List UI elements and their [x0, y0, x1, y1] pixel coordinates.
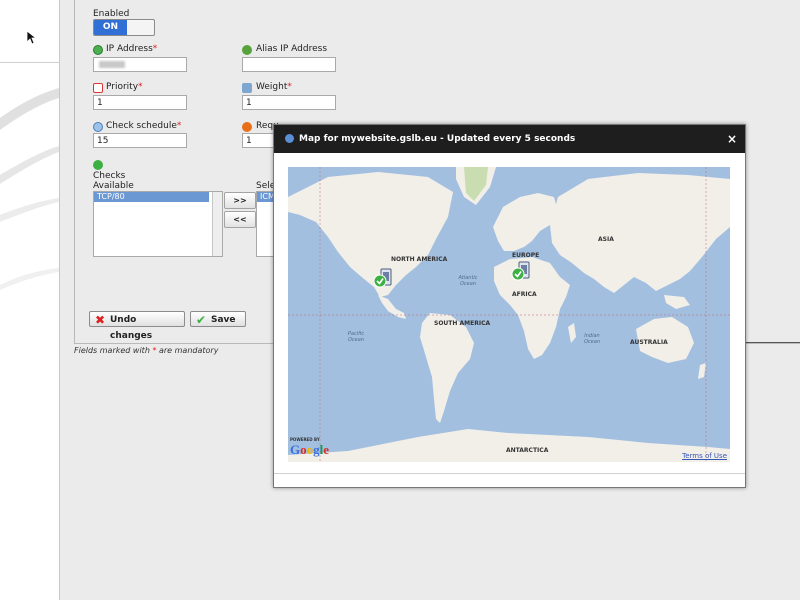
- continent-label: AUSTRALIA: [630, 339, 668, 346]
- alias-ip-icon: [242, 45, 252, 55]
- enabled-toggle[interactable]: ON: [93, 19, 155, 36]
- panel-divider: [744, 342, 800, 343]
- save-check-icon: ✔: [196, 313, 207, 327]
- weight-icon: [242, 83, 252, 93]
- list-item[interactable]: TCP/80: [94, 192, 209, 202]
- ip-address-icon: [93, 45, 103, 55]
- continent-label: EUROPE: [512, 252, 540, 259]
- alias-ip-label: Alias IP Address: [256, 44, 328, 54]
- server-marker-europe-icon[interactable]: [510, 260, 532, 282]
- required-field-icon: [242, 122, 252, 132]
- mandatory-note: Fields marked with * are mandatory: [74, 346, 219, 355]
- ocean-label: Pacific Ocean: [347, 331, 365, 343]
- available-checks-list[interactable]: TCP/80: [93, 191, 223, 257]
- undo-changes-label: Undo changes: [110, 315, 153, 341]
- check-schedule-label: Check schedule*: [106, 121, 182, 131]
- priority-icon: [93, 83, 103, 93]
- add-check-button[interactable]: >>: [224, 192, 256, 209]
- close-icon[interactable]: ×: [727, 125, 737, 153]
- priority-input[interactable]: [93, 95, 187, 110]
- dialog-titlebar[interactable]: Map for mywebsite.gslb.eu - Updated ever…: [274, 125, 745, 153]
- continent-label: ANTARCTICA: [506, 447, 549, 454]
- ocean-label: Atlantic Ocean: [458, 275, 478, 287]
- terms-of-use-link[interactable]: Terms of Use: [682, 452, 727, 460]
- ocean-label: Indian Ocean: [584, 333, 600, 345]
- google-logo: POWERED BY Google: [290, 437, 330, 457]
- undo-changes-button[interactable]: ✖ Undo changes: [89, 311, 185, 341]
- weight-input[interactable]: [242, 95, 336, 110]
- save-button[interactable]: ✔ Save: [190, 311, 246, 327]
- continent-label: ASIA: [598, 236, 614, 243]
- check-schedule-input[interactable]: [93, 133, 187, 148]
- weight-label: Weight*: [256, 82, 292, 92]
- priority-label: Priority*: [106, 82, 143, 92]
- globe-icon: [285, 134, 294, 143]
- enabled-label: Enabled: [93, 9, 130, 19]
- map-land-layer: [288, 167, 730, 462]
- undo-x-icon: ✖: [95, 313, 106, 327]
- toggle-on-label: ON: [94, 20, 127, 35]
- alias-ip-input[interactable]: [242, 57, 336, 72]
- ip-address-label: IP Address*: [106, 44, 158, 54]
- dialog-title: Map for mywebsite.gslb.eu - Updated ever…: [299, 134, 576, 144]
- world-map[interactable]: NORTH AMERICA SOUTH AMERICA EUROPE AFRIC…: [288, 167, 730, 462]
- dialog-bottom-divider: [274, 473, 745, 474]
- server-marker-north-america-icon[interactable]: [372, 267, 394, 289]
- continent-label: AFRICA: [512, 291, 537, 298]
- available-list-scrollbar[interactable]: [212, 192, 222, 256]
- remove-check-button[interactable]: <<: [224, 211, 256, 228]
- continent-label: SOUTH AMERICA: [434, 320, 491, 327]
- google-wordmark: Google: [290, 442, 330, 457]
- decorative-swoosh: [0, 88, 59, 290]
- save-label: Save: [211, 315, 236, 325]
- mouse-cursor-icon: [26, 30, 36, 45]
- ip-address-redacted: [99, 61, 125, 68]
- check-schedule-icon: [93, 122, 103, 132]
- map-dialog: Map for mywebsite.gslb.eu - Updated ever…: [273, 124, 746, 488]
- continent-label: NORTH AMERICA: [391, 256, 448, 263]
- available-label: Available: [93, 181, 134, 191]
- checks-icon: [93, 160, 103, 170]
- checks-label: Checks: [93, 171, 126, 181]
- left-panel: [0, 0, 60, 600]
